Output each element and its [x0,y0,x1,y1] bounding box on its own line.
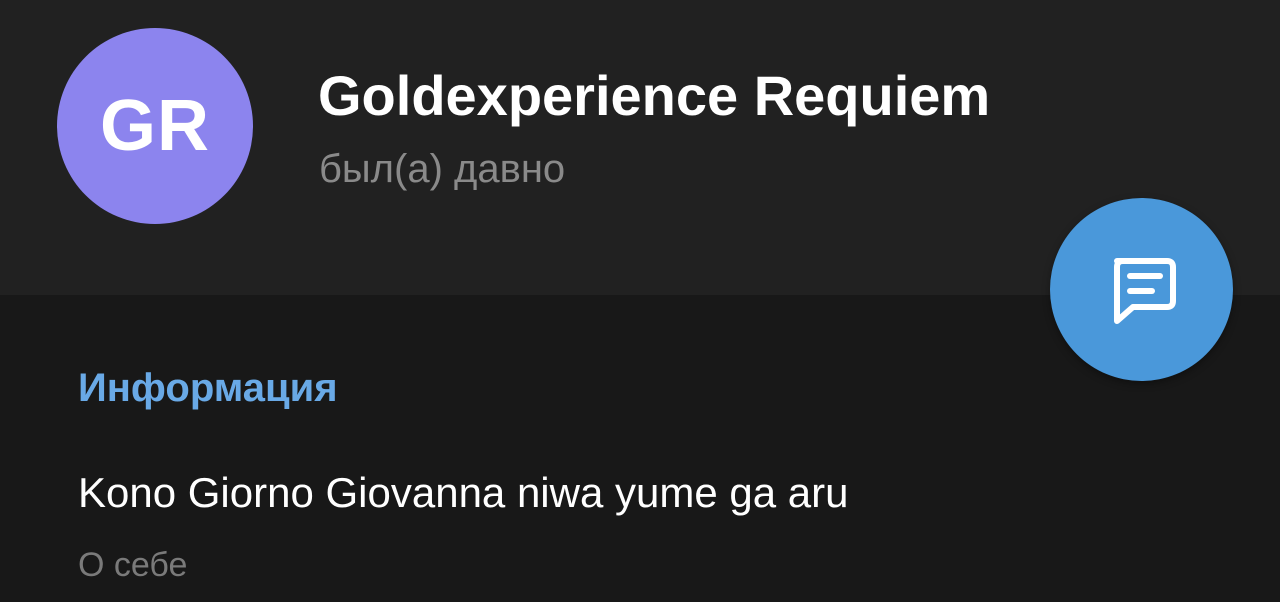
avatar-initials: GR [100,86,210,166]
last-seen-status: был(а) давно [319,147,566,191]
profile-name: Goldexperience Requiem [318,64,991,127]
bio-label: О себе [78,546,188,584]
info-section-title: Информация [78,366,338,410]
avatar[interactable]: GR [57,28,253,224]
send-message-button[interactable] [1050,198,1233,381]
message-icon [1103,251,1181,329]
bio-value[interactable]: Kono Giorno Giovanna niwa yume ga aru [78,466,848,520]
